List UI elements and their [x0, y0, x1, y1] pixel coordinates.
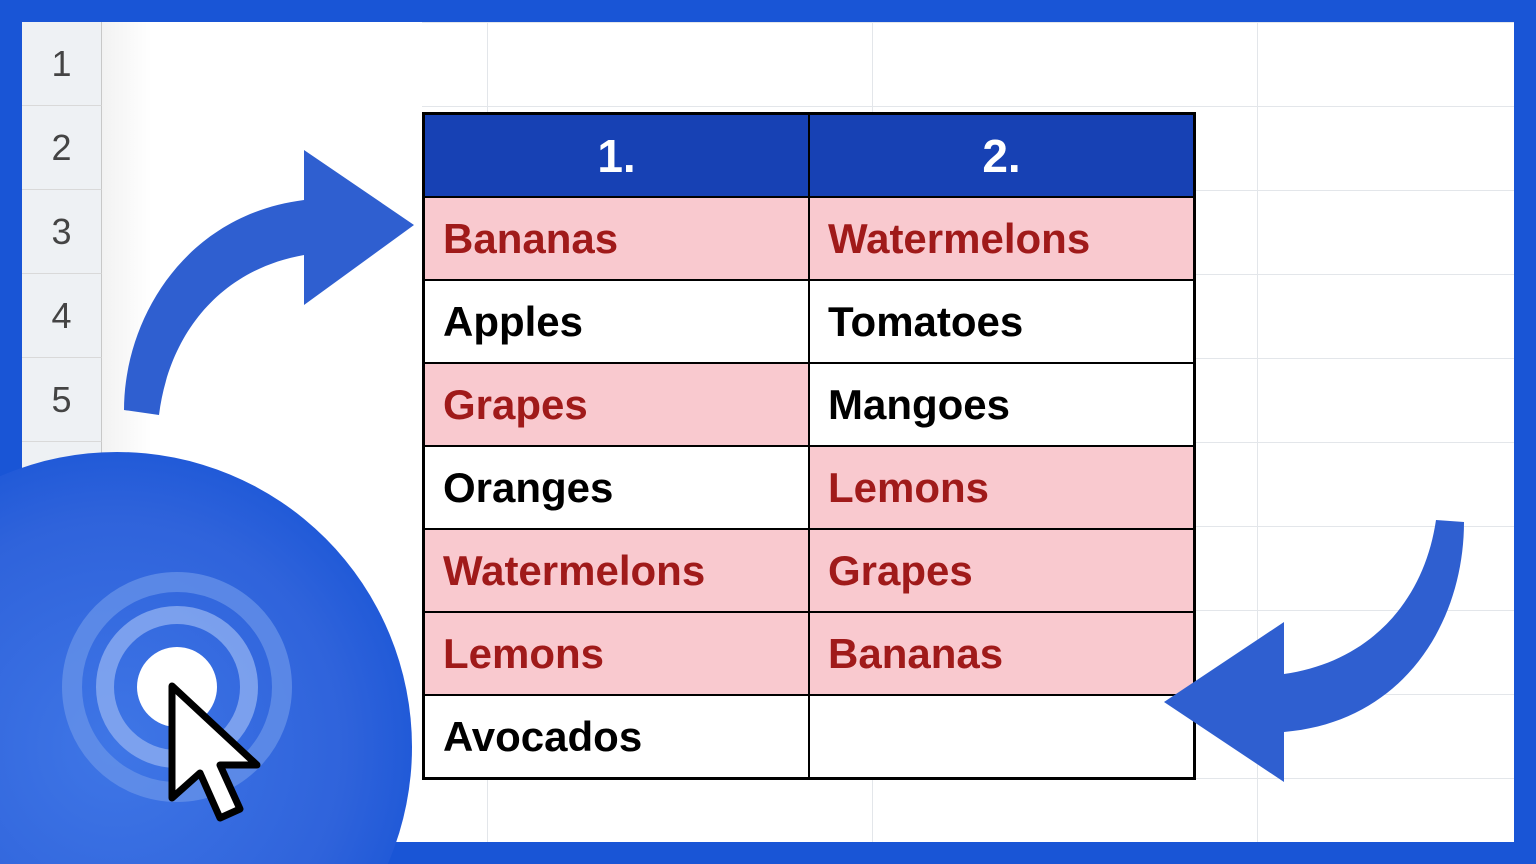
cell[interactable]: Bananas: [809, 612, 1194, 695]
cell[interactable]: Watermelons: [424, 529, 809, 612]
row-header[interactable]: 5: [22, 358, 102, 442]
cell[interactable]: Tomatoes: [809, 280, 1194, 363]
cell[interactable]: Watermelons: [809, 197, 1194, 280]
cell[interactable]: Grapes: [424, 363, 809, 446]
cell[interactable]: Bananas: [424, 197, 809, 280]
table-row: Apples Tomatoes: [424, 280, 1194, 363]
spreadsheet-area: 1 2 3 4 5 6 1. 2. Bananas Watermelons Ap…: [22, 22, 1514, 842]
cell[interactable]: Grapes: [809, 529, 1194, 612]
table-row: Watermelons Grapes: [424, 529, 1194, 612]
cell[interactable]: Lemons: [424, 612, 809, 695]
cell[interactable]: Apples: [424, 280, 809, 363]
row-header[interactable]: 2: [22, 106, 102, 190]
row-header[interactable]: 3: [22, 190, 102, 274]
column-header-1[interactable]: 1.: [424, 114, 809, 197]
thumbnail-frame: 1 2 3 4 5 6 1. 2. Bananas Watermelons Ap…: [0, 0, 1536, 864]
table-row: Avocados: [424, 695, 1194, 778]
cell[interactable]: Avocados: [424, 695, 809, 778]
table-row: Bananas Watermelons: [424, 197, 1194, 280]
table-header-row: 1. 2.: [424, 114, 1194, 197]
table-row: Lemons Bananas: [424, 612, 1194, 695]
cell[interactable]: Oranges: [424, 446, 809, 529]
comparison-table: 1. 2. Bananas Watermelons Apples Tomatoe…: [422, 112, 1196, 780]
row-header[interactable]: 4: [22, 274, 102, 358]
cell[interactable]: Lemons: [809, 446, 1194, 529]
table-row: Grapes Mangoes: [424, 363, 1194, 446]
row-header-column: 1 2 3 4 5 6: [22, 22, 102, 526]
column-header-2[interactable]: 2.: [809, 114, 1194, 197]
table-row: Oranges Lemons: [424, 446, 1194, 529]
row-header[interactable]: 1: [22, 22, 102, 106]
cell[interactable]: [809, 695, 1194, 778]
cell[interactable]: Mangoes: [809, 363, 1194, 446]
